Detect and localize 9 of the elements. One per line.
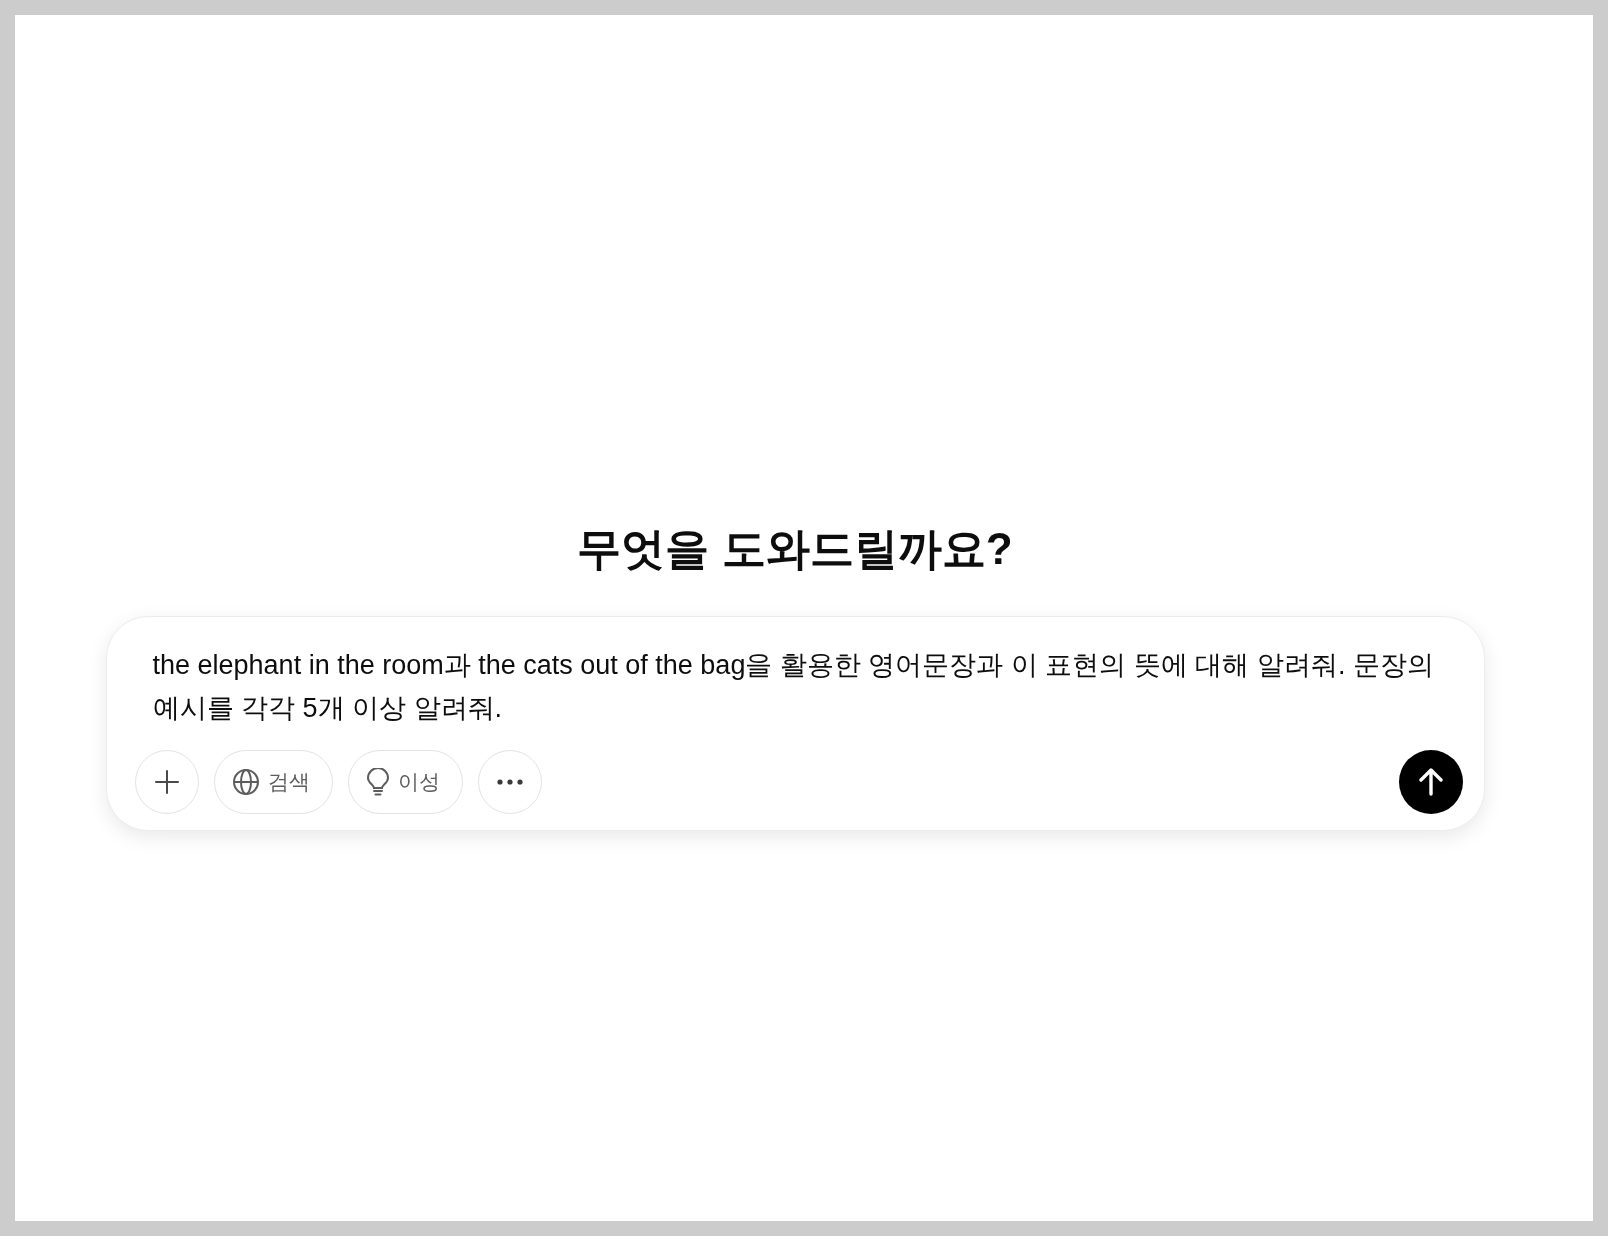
message-input[interactable]: the elephant in the room과 the cats out of the bag을 활용한 영어문장과 이 표현의 뜻에 대해 알려줘. 문장의 예시를 각각 5개 이상 알려줘. [152, 644, 1445, 730]
lightbulb-icon [366, 768, 389, 796]
ellipsis-icon [496, 779, 523, 785]
globe-icon [232, 769, 259, 795]
arrow-up-icon [1418, 768, 1443, 796]
search-button[interactable]: 검색 [213, 750, 333, 814]
page-heading: 무엇을 도와드릴까요? [577, 524, 1013, 574]
reason-button[interactable]: 이성 [347, 750, 463, 814]
plus-icon [153, 769, 180, 795]
